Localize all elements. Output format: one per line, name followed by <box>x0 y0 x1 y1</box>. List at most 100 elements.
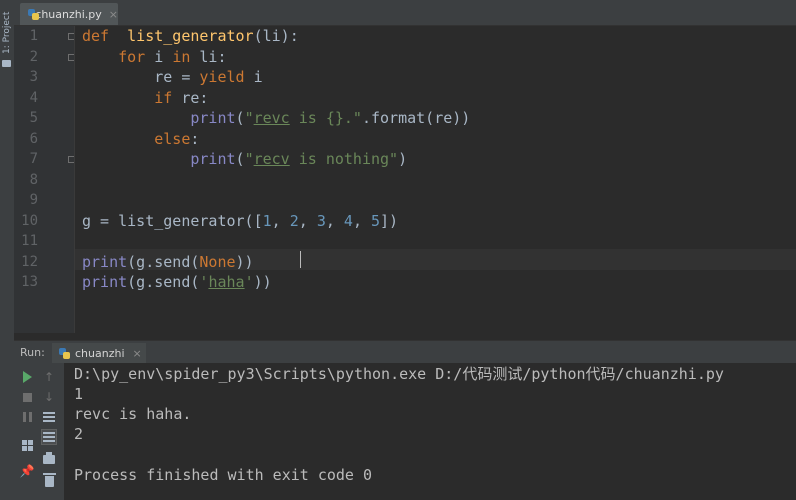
line-number-gutter: 1 2 3 4 5 6 7 8 9 10 11 12 13 <box>14 26 75 333</box>
code-token: , <box>271 211 290 230</box>
soft-wrap-icon <box>43 412 55 422</box>
code-token: revc <box>253 109 290 127</box>
tab-chuanzhi-py[interactable]: chuanzhi.py × <box>20 3 118 25</box>
close-run-tab-icon[interactable]: × <box>133 347 142 360</box>
editor-tab-bar: chuanzhi.py × <box>14 0 796 26</box>
code-token: )) <box>235 252 254 271</box>
line-number: 5 <box>29 110 38 126</box>
line-number: 9 <box>29 192 38 208</box>
code-token: (g.send( <box>127 273 200 291</box>
code-token: ( <box>235 150 245 168</box>
code-token: i <box>244 68 263 86</box>
code-token: 2 <box>289 211 299 230</box>
code-token: li: <box>190 47 227 66</box>
code-token: list_generator <box>127 27 254 45</box>
code-token: ' <box>244 273 254 291</box>
line-number: 8 <box>29 171 38 188</box>
pause-button[interactable] <box>19 409 35 425</box>
code-area[interactable]: def list_generator(li): for i in li: re … <box>82 26 796 333</box>
line-number: 4 <box>29 89 38 106</box>
python-file-icon <box>28 8 39 20</box>
code-token: (g.send( <box>127 252 200 271</box>
code-editor[interactable]: 1 2 3 4 5 6 7 8 9 10 11 12 13 def list_generator(li)… <box>14 26 796 333</box>
code-token: print <box>82 273 128 291</box>
run-tab-label: chuanzhi <box>75 346 125 360</box>
line-number: 1 <box>29 28 38 44</box>
code-token: is nothing" <box>289 150 399 168</box>
code-line: def list_generator(li): <box>82 26 299 46</box>
code-line: g = list_generator([1, 2, 3, 4, 5]) <box>82 211 398 231</box>
scroll-up-button[interactable]: ↑ <box>41 369 57 385</box>
code-token: ) <box>398 150 408 168</box>
scroll-down-button[interactable]: ↓ <box>41 389 57 405</box>
trash-icon <box>42 472 56 487</box>
code-line: else: <box>82 129 199 149</box>
code-token: re: <box>172 88 209 107</box>
code-token: None <box>199 252 236 271</box>
code-token: print <box>82 252 128 271</box>
line-number: 11 <box>21 233 38 249</box>
stop-button[interactable] <box>19 389 35 405</box>
code-token: 1 <box>262 211 272 230</box>
code-token: is {}." <box>289 109 362 127</box>
clear-all-button[interactable] <box>41 472 57 489</box>
project-tool-label: 1: Project <box>2 11 12 54</box>
code-token: yield <box>199 68 245 86</box>
code-token: .format(re)) <box>361 109 471 127</box>
layout-icon <box>21 439 33 451</box>
code-token: ]) <box>380 211 399 230</box>
run-label: Run: <box>20 346 45 359</box>
pin-icon: 📌 <box>19 464 35 478</box>
code-token: for <box>118 47 146 66</box>
code-line: if re: <box>82 88 208 108</box>
line-number: 2 <box>29 48 38 65</box>
rerun-button[interactable] <box>19 369 35 385</box>
scroll-to-end-button[interactable] <box>41 429 57 445</box>
python-run-icon <box>59 347 70 359</box>
code-token: , <box>325 211 344 230</box>
printer-icon <box>43 451 55 464</box>
console-output[interactable]: D:\py_env\spider_py3\Scripts\python.exe … <box>64 363 796 500</box>
code-line: print("recv is nothing") <box>82 149 407 169</box>
line-number: 13 <box>21 274 38 290</box>
code-token: " <box>244 150 254 168</box>
console-line: D:\py_env\spider_py3\Scripts\python.exe … <box>74 365 724 383</box>
pin-tab-button[interactable]: 📌 <box>19 463 35 479</box>
code-token: def <box>82 27 110 45</box>
tool-window-strip: 1: Project <box>0 0 15 500</box>
line-number: 12 <box>21 253 38 270</box>
stop-icon <box>22 392 32 402</box>
run-tab-chuanzhi[interactable]: chuanzhi × <box>52 343 146 363</box>
console-line: Process finished with exit code 0 <box>74 466 373 484</box>
close-tab-icon[interactable]: × <box>109 8 118 21</box>
code-token: )) <box>253 273 272 291</box>
code-token: else <box>154 129 191 148</box>
line-number: 6 <box>29 130 38 147</box>
soft-wrap-button[interactable] <box>41 409 57 425</box>
code-token: if <box>154 88 173 107</box>
console-line: 1 <box>74 385 84 403</box>
text-caret <box>300 251 301 268</box>
code-token: print <box>190 109 236 127</box>
project-tool-button[interactable]: 1: Project <box>0 8 14 68</box>
print-button[interactable] <box>41 451 57 467</box>
indent-guide <box>74 26 75 333</box>
code-token: 5 <box>371 211 381 230</box>
pause-icon <box>22 412 32 422</box>
tab-label: chuanzhi.py <box>35 7 102 21</box>
code-token: print <box>190 150 236 168</box>
code-line: print("revc is {}.".format(re)) <box>82 108 470 128</box>
code-token: g = list_generator([ <box>82 211 263 230</box>
code-token: haha <box>208 273 245 291</box>
code-line: print(g.send('haha')) <box>82 272 272 292</box>
play-icon <box>22 371 32 383</box>
line-number: 3 <box>29 69 38 85</box>
console-line: revc is haha. <box>74 405 192 423</box>
restore-layout-button[interactable] <box>19 437 35 453</box>
code-token: ( <box>235 109 245 127</box>
